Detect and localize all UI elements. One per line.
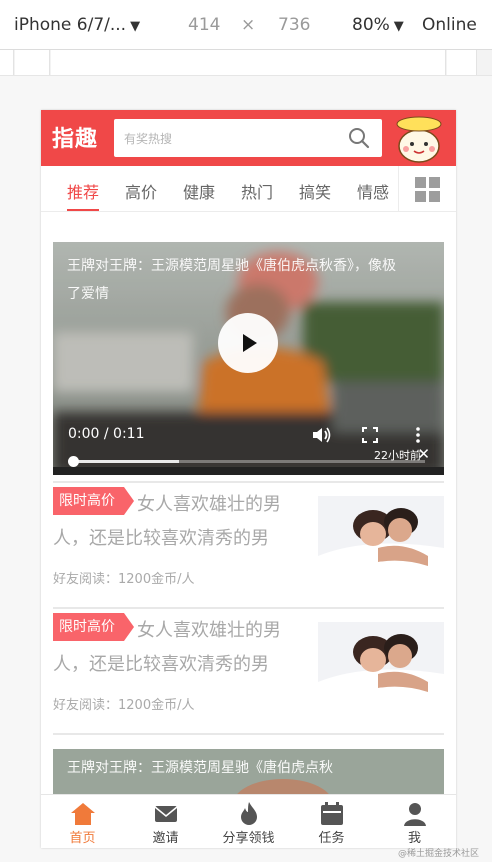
article-thumbnail <box>318 496 444 594</box>
tab-hot[interactable]: 热门 <box>241 179 273 203</box>
device-select[interactable]: iPhone 6/7/... ▼ <box>14 15 140 35</box>
nav-share[interactable]: 分享领钱 <box>207 795 290 848</box>
nav-label: 任务 <box>318 831 345 846</box>
video-bottom-strip <box>53 467 444 475</box>
mail-icon <box>154 806 178 822</box>
price-badge: 限时高价 <box>53 613 134 641</box>
network-select[interactable]: Online <box>422 15 477 35</box>
category-tabs: 推荐 高价 健康 热门 搞笑 情感 <box>41 166 456 212</box>
nav-home[interactable]: 首页 <box>41 795 124 848</box>
divider <box>53 733 444 735</box>
more-options-icon[interactable] <box>408 425 428 445</box>
app-logo: 指趣 <box>52 127 99 152</box>
height-field[interactable]: 736 <box>278 15 310 35</box>
fullscreen-icon[interactable] <box>360 425 380 445</box>
tab-emotion[interactable]: 情感 <box>357 179 389 203</box>
tab-health[interactable]: 健康 <box>183 179 215 203</box>
video-progress-bar[interactable] <box>68 456 425 467</box>
devtools-toolbar: iPhone 6/7/... ▼ 414 × 736 80% ▼ Online <box>0 0 492 50</box>
play-button[interactable] <box>218 313 278 373</box>
divider <box>53 481 444 483</box>
nav-invite[interactable]: 邀请 <box>124 795 207 848</box>
nav-tasks[interactable]: 任务 <box>290 795 373 848</box>
list-item[interactable]: 女人喜欢雄壮的男人，还是比较喜欢清秀的男 限时高价 好友阅读：1200金币/人 <box>53 610 444 720</box>
app-header: 指趣 有奖热搜 <box>41 110 456 166</box>
video-title: 王牌对王牌：王源模范周星驰《唐伯虎点秋 <box>67 760 333 776</box>
tab-high-price[interactable]: 高价 <box>125 179 157 203</box>
user-icon <box>404 803 426 826</box>
home-icon <box>71 803 95 825</box>
ruler-block[interactable] <box>15 50 50 75</box>
mascot-image[interactable] <box>391 113 447 163</box>
nav-me[interactable]: 我 <box>373 795 456 848</box>
ruler-block[interactable] <box>51 50 446 75</box>
video-progress-fill <box>73 460 179 463</box>
article-meta: 好友阅读：1200金币/人 <box>53 698 195 713</box>
article-thumbnail <box>318 622 444 720</box>
dropdown-caret-icon: ▼ <box>393 19 404 34</box>
article-meta: 好友阅读：1200金币/人 <box>53 572 195 587</box>
watermark: @稀土掘金技术社区 <box>398 849 480 859</box>
price-badge: 限时高价 <box>53 487 134 515</box>
calendar-icon <box>321 802 343 825</box>
volume-icon[interactable] <box>311 425 331 445</box>
nav-label: 邀请 <box>152 831 179 846</box>
all-categories-button[interactable] <box>398 166 456 211</box>
video-time: 0:00 / 0:11 <box>68 426 145 442</box>
nav-label: 分享领钱 <box>222 831 275 846</box>
phone-viewport: 指趣 有奖热搜 推荐 高价 健康 热门 搞笑 情感 王牌对王牌：王源模范周星驰《… <box>41 110 456 848</box>
media-query-ruler <box>0 50 492 76</box>
zoom-label: 80% <box>352 15 390 35</box>
bottom-navigation: 首页 邀请 分享领钱 任务 我 <box>41 794 456 848</box>
list-item[interactable]: 女人喜欢雄壮的男人，还是比较喜欢清秀的男 限时高价 好友阅读：1200金币/人 <box>53 484 444 594</box>
video-title: 王牌对王牌：王源模范周星驰《唐伯虎点秋香》，像极了爱情 <box>67 258 396 302</box>
flame-icon <box>241 802 257 825</box>
zoom-select[interactable]: 80% ▼ <box>352 15 404 35</box>
times-sign: × <box>241 15 256 35</box>
network-label: Online <box>422 15 477 35</box>
nav-label: 首页 <box>69 831 96 846</box>
search-icon[interactable] <box>348 127 370 149</box>
width-field[interactable]: 414 <box>188 15 220 35</box>
dropdown-caret-icon: ▼ <box>130 19 141 34</box>
search-input[interactable]: 有奖热搜 <box>114 119 382 157</box>
nav-label: 我 <box>407 831 421 846</box>
video-player[interactable]: 王牌对王牌：王源模范周星驰《唐伯虎点秋香》，像极了爱情 0:00 / 0:11 … <box>53 242 444 475</box>
divider <box>53 607 444 609</box>
tab-funny[interactable]: 搞笑 <box>299 179 331 203</box>
device-label: iPhone 6/7/... <box>14 15 127 35</box>
search-placeholder: 有奖热搜 <box>124 132 173 146</box>
video-progress-knob[interactable] <box>68 456 79 467</box>
ruler-block[interactable] <box>0 50 14 75</box>
tab-recommend[interactable]: 推荐 <box>67 179 100 211</box>
ruler-block[interactable] <box>447 50 477 75</box>
